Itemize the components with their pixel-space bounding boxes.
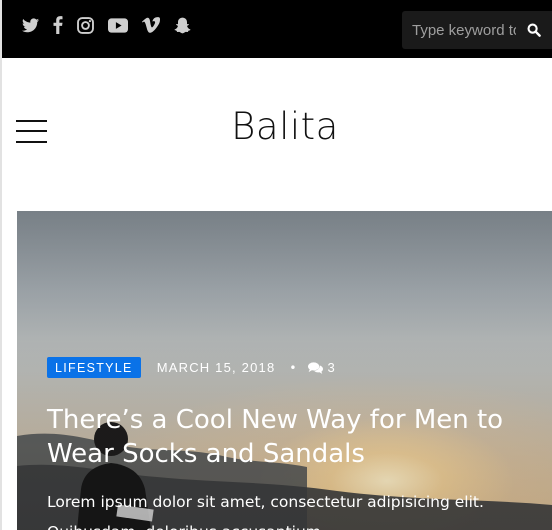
- featured-post-hero[interactable]: LIFESTYLE MARCH 15, 2018 • 3 There’s a C…: [17, 211, 552, 530]
- facebook-icon[interactable]: [53, 14, 63, 36]
- instagram-icon[interactable]: [77, 14, 94, 36]
- search-button[interactable]: [522, 19, 546, 41]
- site-title[interactable]: Balita: [0, 105, 552, 148]
- search-box: [402, 11, 552, 49]
- page-left-border: [0, 0, 2, 530]
- post-date: MARCH 15, 2018: [156, 360, 276, 375]
- category-badge[interactable]: LIFESTYLE: [47, 357, 141, 378]
- meta-separator: •: [289, 360, 297, 375]
- vimeo-icon[interactable]: [142, 14, 160, 36]
- search-icon: [527, 23, 541, 37]
- post-meta: LIFESTYLE MARCH 15, 2018 • 3: [47, 357, 335, 378]
- youtube-icon[interactable]: [108, 14, 128, 36]
- post-excerpt: Lorem ipsum dolor sit amet, consectetur …: [47, 493, 484, 530]
- snapchat-icon[interactable]: [174, 14, 191, 36]
- comment-icon: [308, 361, 324, 374]
- top-bar: [2, 0, 552, 58]
- post-title[interactable]: There’s a Cool New Way for Men to Wear S…: [47, 403, 537, 471]
- social-links: [22, 14, 205, 36]
- twitter-icon[interactable]: [22, 14, 39, 36]
- search-input[interactable]: [412, 19, 516, 41]
- comment-count[interactable]: 3: [308, 360, 335, 375]
- comment-count-value: 3: [327, 360, 335, 375]
